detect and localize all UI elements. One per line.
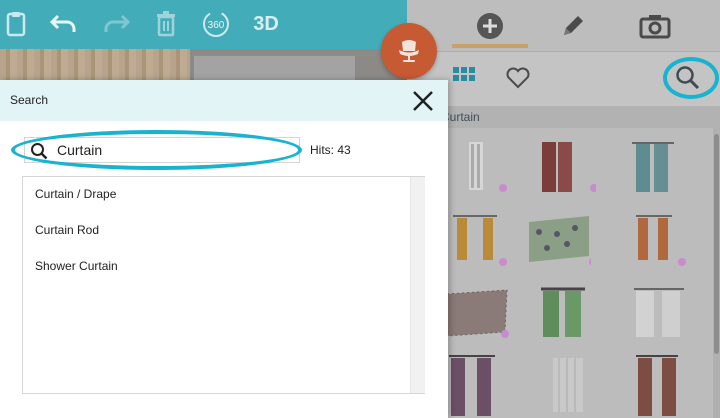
- furniture-button[interactable]: [381, 23, 437, 79]
- search-icon-highlight: [663, 57, 719, 99]
- undo-icon[interactable]: [48, 8, 80, 40]
- search-dialog-header: Search: [0, 80, 448, 121]
- armchair-icon: [399, 40, 419, 62]
- catalog-scrollbar[interactable]: [713, 128, 720, 418]
- 360-view-icon[interactable]: 360: [200, 8, 232, 40]
- curtain-orange-thumbnail[interactable]: [632, 212, 696, 276]
- favorites-heart-icon[interactable]: [505, 66, 531, 95]
- curtain-teal-thumbnail[interactable]: [622, 140, 686, 204]
- catalog-grid: [407, 128, 712, 418]
- catalog-tabs: [407, 0, 720, 51]
- grid-view-icon[interactable]: [452, 66, 476, 95]
- svg-text:360: 360: [208, 20, 225, 31]
- search-result-item[interactable]: Curtain Rod: [35, 223, 99, 237]
- 3d-view-button[interactable]: 3D: [250, 8, 282, 40]
- search-result-item[interactable]: Shower Curtain: [35, 259, 118, 273]
- redo-icon[interactable]: [100, 8, 132, 40]
- curtain-speckled-thumbnail[interactable]: [446, 286, 511, 350]
- curtain-maroon-thumbnail[interactable]: [532, 140, 598, 204]
- search-results-list: Curtain / Drape Curtain Rod Shower Curta…: [22, 176, 425, 394]
- tab-camera[interactable]: [615, 0, 695, 51]
- curtain-yellow-thumbnail[interactable]: [447, 212, 511, 276]
- curtain-white-sheer-thumbnail[interactable]: [632, 286, 696, 350]
- edit-pencil-icon: [564, 15, 583, 35]
- curtain-purple-thumbnail[interactable]: [447, 354, 511, 418]
- search-input-highlight: [11, 130, 302, 170]
- 3d-label: 3D: [253, 12, 279, 35]
- curtain-green-thumbnail[interactable]: [539, 286, 603, 350]
- search-dialog: Search Hits: 43 Curtain / Drape Curtain …: [0, 80, 448, 418]
- curtain-white-thumbnail[interactable]: [447, 140, 511, 204]
- catalog-breadcrumb: Curtain: [407, 106, 720, 128]
- catalog-scrollbar-thumb[interactable]: [714, 134, 719, 354]
- curtain-patterned-thumbnail[interactable]: [527, 212, 597, 276]
- clipboard-icon[interactable]: [0, 8, 32, 40]
- tab-edit[interactable]: [533, 0, 613, 51]
- tab-add[interactable]: [450, 0, 530, 51]
- camera-icon: [639, 14, 671, 38]
- add-icon: [477, 12, 503, 39]
- close-icon[interactable]: [409, 87, 437, 115]
- curtain-grey-thumbnail[interactable]: [539, 354, 603, 418]
- dialog-title: Search: [10, 93, 49, 107]
- curtain-brown-thumbnail[interactable]: [632, 354, 696, 418]
- hits-count: Hits: 43: [310, 143, 351, 157]
- search-result-item[interactable]: Curtain / Drape: [35, 187, 116, 201]
- top-toolbar: 360 3D: [0, 0, 407, 49]
- results-scrollbar[interactable]: [410, 177, 425, 393]
- trash-icon[interactable]: [150, 8, 182, 40]
